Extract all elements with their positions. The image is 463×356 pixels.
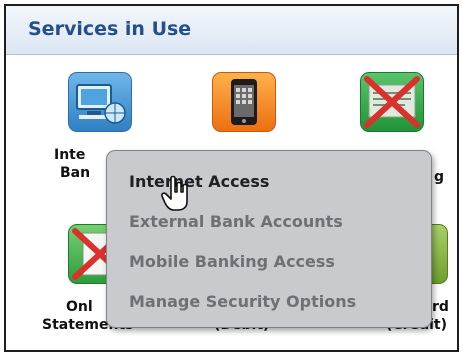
mobile-phone-icon[interactable] (212, 72, 276, 132)
services-context-menu: Internet Access External Bank Accounts M… (106, 150, 432, 328)
panel-header: Services in Use (6, 6, 457, 55)
services-panel: Services in Use Inte Ban g Onl Statement… (4, 4, 459, 352)
tile-credit-label-1: rd (432, 299, 449, 315)
tile-internet-label-1: Inte (54, 147, 86, 163)
tile-statements-label-1: Onl (66, 299, 93, 315)
tile-internet-label-2: Ban (60, 165, 91, 181)
panel-title: Services in Use (28, 18, 192, 40)
hand-cursor-icon (160, 174, 194, 216)
menu-item-mobile-banking-access[interactable]: Mobile Banking Access (129, 252, 335, 271)
internet-banking-icon[interactable] (68, 72, 132, 132)
external-banking-disabled-icon[interactable] (360, 72, 424, 132)
menu-item-internet-access[interactable]: Internet Access (129, 172, 269, 191)
menu-item-manage-security-options[interactable]: Manage Security Options (129, 292, 356, 311)
tile-external-label: g (434, 169, 445, 185)
